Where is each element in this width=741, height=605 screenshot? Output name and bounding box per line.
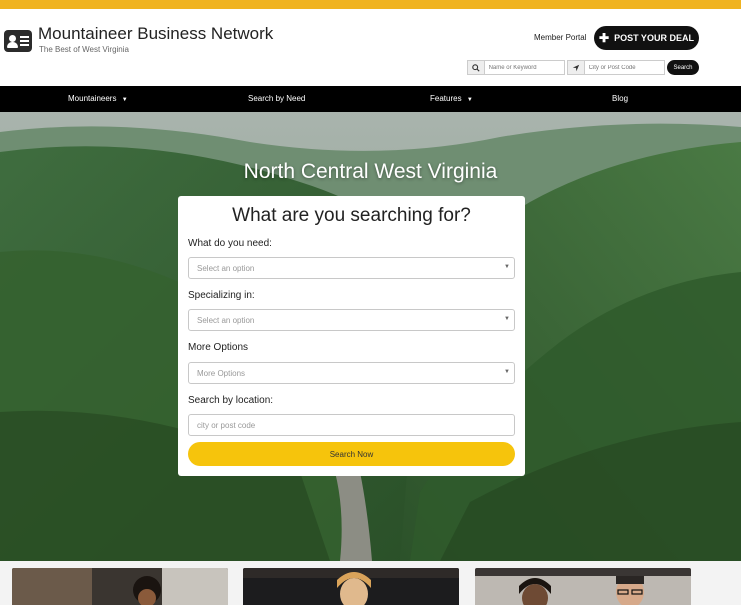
- nav-item-search-by-need[interactable]: Search by Need: [248, 94, 305, 103]
- accent-top-bar: [0, 0, 741, 9]
- more-options-select-value: More Options: [197, 368, 246, 378]
- chevron-down-icon: ▼: [121, 97, 128, 103]
- featured-card-image[interactable]: [12, 568, 228, 605]
- chevron-down-icon: ▼: [504, 264, 510, 270]
- specializing-select[interactable]: Select an option ▼: [188, 309, 515, 331]
- nav-item-blog[interactable]: Blog: [612, 94, 628, 103]
- plus-icon: ✚: [599, 31, 610, 45]
- nav-label: Search by Need: [248, 94, 306, 103]
- location-field-placeholder: city or post code: [197, 420, 256, 430]
- featured-card-image[interactable]: [475, 568, 691, 605]
- id-card-icon[interactable]: [4, 30, 32, 52]
- location-label: Search by location:: [188, 395, 274, 406]
- location-field[interactable]: city or post code: [188, 414, 515, 436]
- more-options-label: More Options: [188, 342, 249, 353]
- member-portal-link[interactable]: Member Portal: [534, 33, 586, 42]
- keyword-search-box: [467, 60, 565, 75]
- site-header: Mountaineer Business Network The Best of…: [0, 9, 741, 86]
- brand-name[interactable]: Mountaineer Business Network: [38, 24, 273, 44]
- chevron-down-icon: ▼: [504, 369, 510, 375]
- need-label: What do you need:: [188, 238, 272, 249]
- specializing-label: Specializing in:: [188, 290, 255, 301]
- keyword-input[interactable]: [484, 61, 564, 74]
- location-arrow-icon: [568, 61, 585, 74]
- more-options-select[interactable]: More Options ▼: [188, 362, 515, 384]
- chevron-down-icon: ▼: [466, 97, 473, 103]
- featured-card-image[interactable]: [243, 568, 459, 605]
- brand-tagline: The Best of West Virginia: [39, 45, 129, 54]
- nav-label: Mountaineers: [68, 94, 117, 103]
- nav-item-mountaineers[interactable]: Mountaineers ▼: [68, 94, 128, 103]
- header-search-button[interactable]: Search: [667, 60, 699, 75]
- location-search-box: [567, 60, 665, 75]
- location-input[interactable]: [584, 61, 664, 74]
- main-nav: Mountaineers ▼ Search by Need Features ▼…: [0, 86, 741, 112]
- nav-item-features[interactable]: Features ▼: [430, 94, 473, 103]
- search-icon: [468, 61, 485, 74]
- post-deal-label: POST YOUR DEAL: [614, 33, 694, 43]
- need-select[interactable]: Select an option ▼: [188, 257, 515, 279]
- nav-label: Blog: [612, 94, 629, 103]
- chevron-down-icon: ▼: [504, 316, 510, 322]
- specializing-select-value: Select an option: [197, 315, 255, 325]
- hero-title: North Central West Virginia: [243, 160, 498, 183]
- search-now-button[interactable]: Search Now: [188, 442, 515, 466]
- search-card-title: What are you searching for?: [232, 205, 471, 226]
- post-deal-button[interactable]: ✚ POST YOUR DEAL: [594, 26, 699, 50]
- nav-label: Features: [430, 94, 462, 103]
- need-select-value: Select an option: [197, 263, 255, 273]
- search-card: What are you searching for? What do you …: [178, 196, 525, 476]
